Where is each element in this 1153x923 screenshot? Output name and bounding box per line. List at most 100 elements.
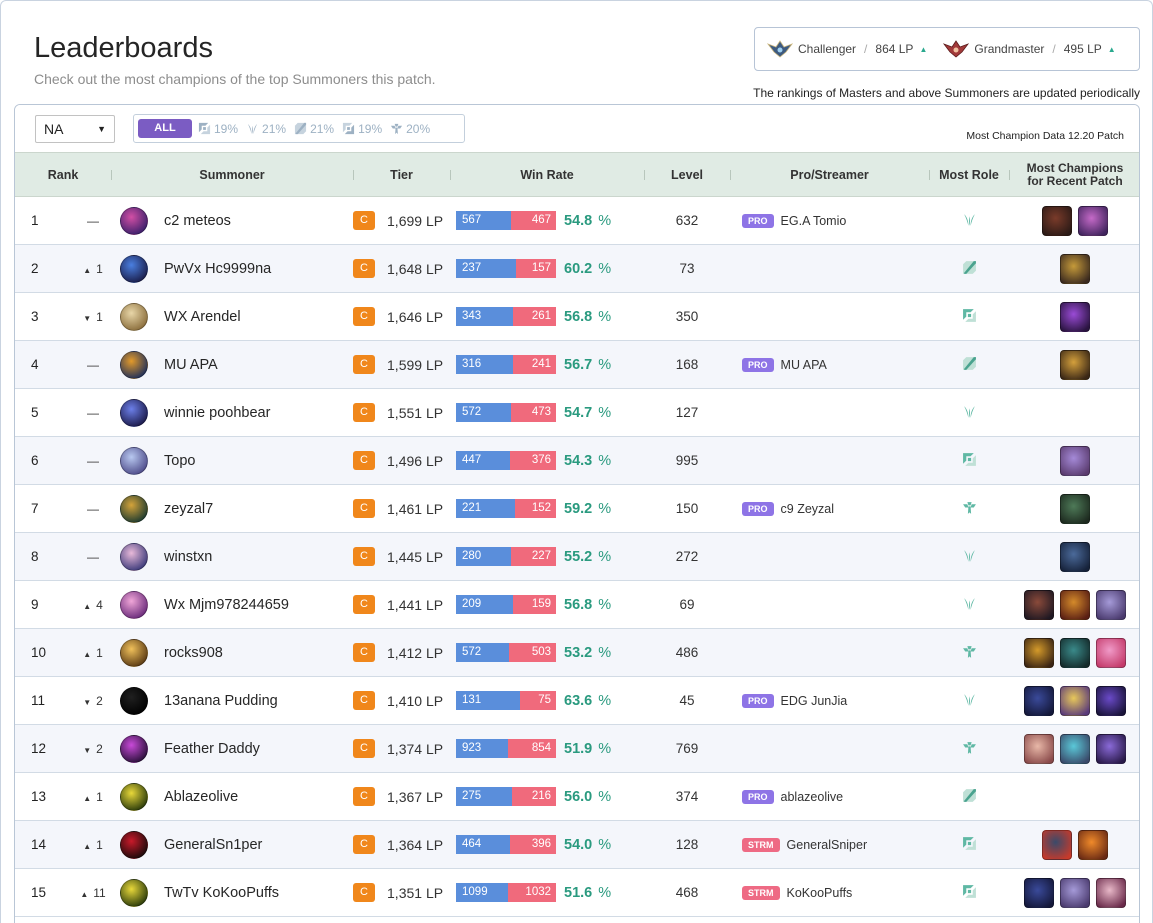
summoner-avatar[interactable] — [120, 686, 149, 715]
champion-icon[interactable] — [1060, 685, 1091, 716]
pro-name[interactable]: ablazeolive — [781, 790, 844, 804]
summoner-name[interactable]: 13anana Pudding — [164, 693, 278, 709]
champion-icon[interactable] — [1096, 637, 1127, 668]
summoner-name[interactable]: winnie poohbear — [164, 405, 270, 421]
summoner-cell[interactable]: winstxn — [111, 533, 353, 581]
summoner-cell[interactable]: Wx Mjm978244659 — [111, 581, 353, 629]
summoner-avatar[interactable] — [120, 446, 149, 475]
summoner-name[interactable]: zeyzal7 — [164, 501, 213, 517]
summoner-name[interactable]: c2 meteos — [164, 213, 231, 229]
champion-icon[interactable] — [1096, 877, 1127, 908]
role-filter-support[interactable]: 20% — [390, 122, 430, 136]
summoner-avatar[interactable] — [120, 590, 149, 619]
table-row[interactable]: 15 ▲ 11 TwTv KoKooPuffs C 1,351 LP 1099 1032 51.… — [15, 869, 1139, 917]
summoner-name[interactable]: winstxn — [164, 549, 212, 565]
summoner-avatar[interactable] — [120, 302, 149, 331]
summoner-avatar[interactable] — [120, 350, 149, 379]
champion-icon[interactable] — [1060, 445, 1091, 476]
summoner-name[interactable]: MU APA — [164, 357, 218, 373]
summoner-avatar[interactable] — [120, 638, 149, 667]
table-row[interactable]: 11 ▼ 2 13anana Pudding C 1,410 LP 131 75 63.6 % 4… — [15, 677, 1139, 725]
summoner-cell[interactable]: 13anana Pudding — [111, 677, 353, 725]
col-level[interactable]: Level — [644, 152, 731, 197]
col-pro-streamer[interactable]: Pro/Streamer — [730, 152, 930, 197]
summoner-avatar[interactable] — [120, 830, 149, 859]
champion-icon[interactable] — [1078, 829, 1109, 860]
champion-icon[interactable] — [1024, 733, 1055, 764]
champion-icon[interactable] — [1024, 589, 1055, 620]
summoner-avatar[interactable] — [120, 398, 149, 427]
summoner-avatar[interactable] — [120, 878, 149, 907]
summoner-cell[interactable]: c2 meteos — [111, 197, 353, 245]
summoner-name[interactable]: Feather Daddy — [164, 741, 260, 757]
champion-icon[interactable] — [1042, 829, 1073, 860]
col-most-role[interactable]: Most Role — [929, 152, 1010, 197]
summoner-cell[interactable]: TwTv KoKooPuffs — [111, 869, 353, 917]
summoner-name[interactable]: rocks908 — [164, 645, 223, 661]
summoner-avatar[interactable] — [120, 254, 149, 283]
champion-icon[interactable] — [1024, 685, 1055, 716]
summoner-cell[interactable]: MU APA — [111, 341, 353, 389]
summoner-cell[interactable]: PwVx Hc9999na — [111, 245, 353, 293]
col-most-champions[interactable]: Most Champions for Recent Patch — [1009, 152, 1139, 197]
summoner-cell[interactable]: WX Arendel — [111, 293, 353, 341]
table-row[interactable]: 5 — winnie poohbear C 1,551 LP 572 473 54.7 % 12… — [15, 389, 1139, 437]
summoner-avatar[interactable] — [120, 734, 149, 763]
summoner-name[interactable]: WX Arendel — [164, 309, 241, 325]
role-filter-top[interactable]: 19% — [198, 122, 238, 136]
summoner-name[interactable]: GeneralSn1per — [164, 837, 262, 853]
table-row[interactable]: 10 ▲ 1 rocks908 C 1,412 LP 572 503 53.2 % 486 — [15, 628, 1139, 677]
summoner-name[interactable]: PwVx Hc9999na — [164, 261, 271, 277]
champion-icon[interactable] — [1060, 253, 1091, 284]
summoner-cell[interactable]: winnie poohbear — [111, 389, 353, 437]
summoner-cell[interactable]: Topo — [111, 437, 353, 485]
champion-icon[interactable] — [1096, 733, 1127, 764]
table-row[interactable]: 12 ▼ 2 Feather Daddy C 1,374 LP 923 854 51.9 % 76… — [15, 724, 1139, 773]
table-row[interactable]: 6 — Topo C 1,496 LP 447 376 54.3 % 995 — [15, 436, 1139, 485]
table-row[interactable]: 1 — c2 meteos C 1,699 LP 567 467 54.8 % 632 PRO EG… — [15, 197, 1139, 245]
champion-icon[interactable] — [1060, 733, 1091, 764]
champion-icon[interactable] — [1096, 685, 1127, 716]
table-row[interactable]: 4 — MU APA C 1,599 LP 316 241 56.7 % 168 PRO MU AP… — [15, 340, 1139, 389]
summoner-avatar[interactable] — [120, 206, 149, 235]
summoner-avatar[interactable] — [120, 494, 149, 523]
champion-icon[interactable] — [1060, 637, 1091, 668]
table-row[interactable]: 8 — winstxn C 1,445 LP 280 227 55.2 % 272 — [15, 532, 1139, 581]
summoner-name[interactable]: Ablazeolive — [164, 789, 238, 805]
table-row[interactable]: 7 — zeyzal7 C 1,461 LP 221 152 59.2 % 150 PRO c9 Z… — [15, 485, 1139, 533]
summoner-cell[interactable]: zeyzal7 — [111, 485, 353, 533]
region-select[interactable]: NA ▼ — [35, 115, 115, 143]
champion-icon[interactable] — [1060, 589, 1091, 620]
role-filter-mid[interactable]: 21% — [294, 122, 334, 136]
summoner-name[interactable]: Topo — [164, 453, 195, 469]
champion-icon[interactable] — [1024, 637, 1055, 668]
summoner-name[interactable]: TwTv KoKooPuffs — [164, 885, 279, 901]
pro-name[interactable]: MU APA — [781, 358, 827, 372]
pro-name[interactable]: EDG JunJia — [781, 694, 848, 708]
champion-icon[interactable] — [1060, 349, 1091, 380]
champion-icon[interactable] — [1096, 589, 1127, 620]
summoner-cell[interactable]: Ablazeolive — [111, 773, 353, 821]
champion-icon[interactable] — [1024, 877, 1055, 908]
table-row[interactable]: 13 ▲ 1 Ablazeolive C 1,367 LP 275 216 56.0 % 374 P… — [15, 773, 1139, 821]
table-row[interactable]: 9 ▲ 4 Wx Mjm978244659 C 1,441 LP 209 159 56.8 % 6… — [15, 581, 1139, 629]
col-summoner[interactable]: Summoner — [111, 152, 354, 197]
champion-icon[interactable] — [1060, 301, 1091, 332]
pro-name[interactable]: EG.A Tomio — [781, 214, 847, 228]
col-tier[interactable]: Tier — [353, 152, 451, 197]
champion-icon[interactable] — [1042, 205, 1073, 236]
pro-name[interactable]: KoKooPuffs — [787, 886, 853, 900]
champion-icon[interactable] — [1060, 493, 1091, 524]
role-filter-jungle[interactable]: 21% — [246, 122, 286, 136]
champion-icon[interactable] — [1060, 541, 1091, 572]
champion-icon[interactable] — [1060, 877, 1091, 908]
role-filter-bot[interactable]: 19% — [342, 122, 382, 136]
table-row[interactable]: 2 ▲ 1 PwVx Hc9999na C 1,648 LP 237 157 60.2 % 73 — [15, 244, 1139, 293]
pro-name[interactable]: c9 Zeyzal — [781, 502, 835, 516]
summoner-cell[interactable]: rocks908 — [111, 629, 353, 677]
summoner-avatar[interactable] — [120, 542, 149, 571]
summoner-name[interactable]: Wx Mjm978244659 — [164, 597, 289, 613]
pro-name[interactable]: GeneralSniper — [787, 838, 868, 852]
col-winrate[interactable]: Win Rate — [450, 152, 645, 197]
all-roles-button[interactable]: ALL — [138, 119, 192, 138]
